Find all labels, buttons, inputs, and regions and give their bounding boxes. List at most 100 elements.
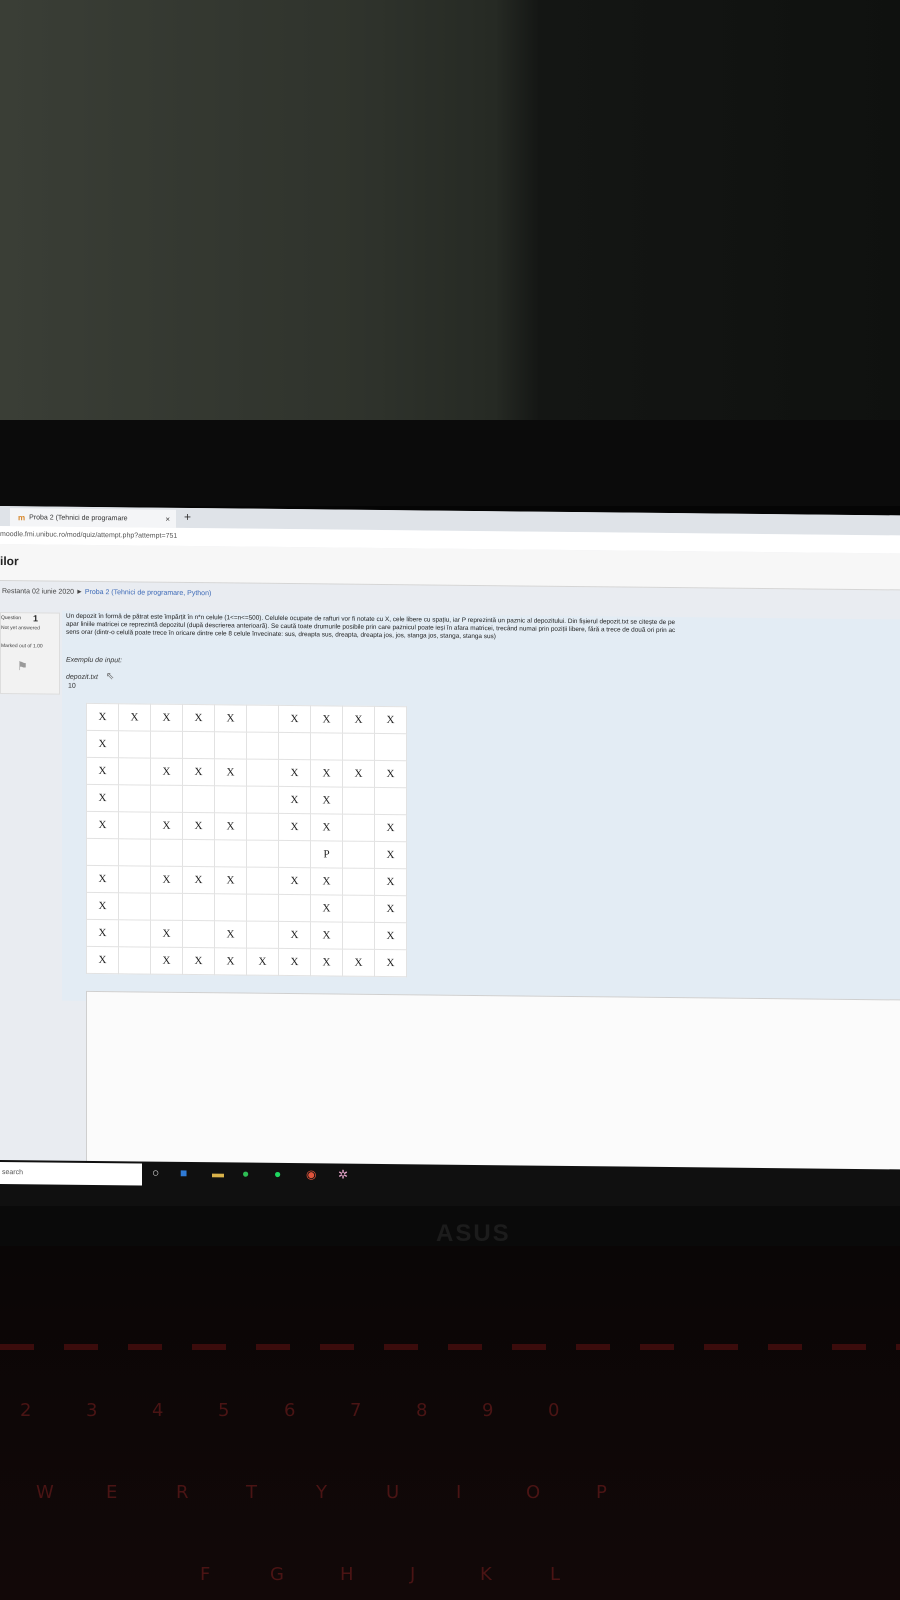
site-title: ilor <box>0 554 19 569</box>
grid-cell <box>118 730 151 759</box>
grid-cell <box>150 785 183 813</box>
grid-cell <box>214 839 247 868</box>
grid-cell <box>342 868 375 896</box>
close-icon[interactable]: × <box>165 514 170 523</box>
grid-cell: X <box>342 949 375 977</box>
input-n-value: 10 <box>68 682 76 690</box>
flag-icon[interactable]: ⚑ <box>17 659 28 673</box>
keyboard-key: 3 <box>86 1400 98 1421</box>
room-background <box>0 0 900 420</box>
grid-cell <box>182 839 215 867</box>
keyboard-key: 6 <box>284 1400 296 1421</box>
grid-cell: X <box>86 784 119 812</box>
grid-cell: X <box>374 895 407 923</box>
keyboard-key: 2 <box>20 1400 32 1421</box>
grid-cell: X <box>214 866 247 895</box>
grid-cell <box>246 894 279 922</box>
grid-cell <box>246 840 279 868</box>
app-icon[interactable]: ✲ <box>338 1168 348 1182</box>
grid-cell <box>246 705 279 733</box>
keyboard-key: W <box>36 1482 54 1503</box>
grid-cell: X <box>214 704 247 733</box>
grid-cell: X <box>374 868 407 896</box>
grid-cell: X <box>86 703 119 731</box>
grid-cell: X <box>374 841 407 869</box>
keyboard-key: Y <box>316 1482 327 1503</box>
grid-cell: X <box>182 812 215 840</box>
keyboard-key: K <box>480 1564 492 1585</box>
question-label: Question <box>1 615 22 622</box>
grid-cell: X <box>310 867 343 896</box>
grid-cell <box>374 787 407 815</box>
chrome-icon[interactable]: ◉ <box>306 1167 316 1181</box>
grid-cell: X <box>150 812 183 840</box>
grid-cell: X <box>150 758 183 786</box>
keyboard-key: O <box>526 1482 541 1503</box>
grid-cell: X <box>86 865 119 893</box>
breadcrumb-current[interactable]: Proba 2 (Tehnici de programare, Python) <box>85 589 211 597</box>
grid-cell <box>246 732 279 760</box>
grid-cell: X <box>278 948 311 976</box>
laptop-brand-logo: ASUS <box>436 1220 511 1247</box>
keyboard-key: U <box>386 1482 400 1503</box>
whatsapp-icon[interactable]: ● <box>242 1167 249 1181</box>
grid-cell <box>182 785 215 813</box>
grid-cell <box>182 731 215 759</box>
outlook-icon[interactable]: ■ <box>180 1166 187 1180</box>
grid-cell: X <box>342 760 375 788</box>
grid-cell: X <box>118 703 151 732</box>
grid-cell: X <box>278 759 311 787</box>
grid-cell <box>246 786 279 814</box>
grid-cell: X <box>150 947 183 975</box>
grid-cell: X <box>310 894 343 923</box>
grid-cell <box>342 922 375 950</box>
new-tab-button[interactable]: + <box>184 510 191 524</box>
breadcrumb-root[interactable]: Restanta 02 iunie 2020 <box>2 588 74 596</box>
laptop-screen: m Proba 2 (Tehnici de programare × + moo… <box>0 506 900 1216</box>
laptop-bezel <box>0 420 900 506</box>
grid-cell <box>118 865 151 894</box>
grid-cell <box>118 811 151 840</box>
grid-cell: X <box>86 730 119 758</box>
grid-cell <box>182 893 215 921</box>
grid-row: XXXXXXXX <box>86 757 407 788</box>
grid-cell <box>374 733 407 761</box>
spotify-icon[interactable]: ● <box>274 1167 281 1181</box>
grid-cell <box>150 893 183 921</box>
grid-cell <box>214 731 247 760</box>
taskbar-search-input[interactable]: search <box>0 1162 142 1186</box>
grid-row: X <box>86 730 407 761</box>
grid-cell: X <box>278 786 311 814</box>
cortana-icon[interactable]: ○ <box>152 1166 159 1180</box>
question-number: 1 <box>33 613 39 624</box>
grid-cell: X <box>86 946 119 974</box>
grid-cell: X <box>150 704 183 732</box>
grid-cell <box>246 867 279 895</box>
grid-cell: X <box>150 866 183 894</box>
grid-cell <box>182 920 215 948</box>
keyboard-key: E <box>106 1482 118 1503</box>
grid-cell: X <box>86 919 119 947</box>
keyboard-key: P <box>596 1482 607 1503</box>
grid-cell <box>342 733 375 761</box>
file-name: depozit.txt <box>66 673 98 682</box>
keyboard-key: J <box>410 1564 416 1585</box>
keyboard-key: R <box>176 1482 189 1503</box>
grid-cell: X <box>86 892 119 920</box>
answer-editor[interactable] <box>86 990 900 1172</box>
grid-cell: X <box>310 948 343 977</box>
browser-tab[interactable]: m Proba 2 (Tehnici de programare × <box>10 508 176 528</box>
grid-row: XXXXXXXXX <box>86 703 407 734</box>
grid-cell <box>118 919 151 948</box>
grid-cell <box>278 840 311 868</box>
grid-cell <box>246 759 279 787</box>
question-info-panel: Question 1 Not yet answered Marked out o… <box>0 612 60 695</box>
grid-cell: X <box>374 814 407 842</box>
function-key-row <box>0 1344 900 1350</box>
grid-cell: X <box>150 920 183 948</box>
question-text: Un depozit în formă de pătrat este împăr… <box>66 613 900 646</box>
file-explorer-icon[interactable]: ▬ <box>212 1166 224 1180</box>
grid-row: XXXXXXXXX <box>86 946 407 977</box>
example-label: Exemplu de input: <box>66 656 123 665</box>
mouse-cursor-icon: ⇖ <box>105 671 115 683</box>
